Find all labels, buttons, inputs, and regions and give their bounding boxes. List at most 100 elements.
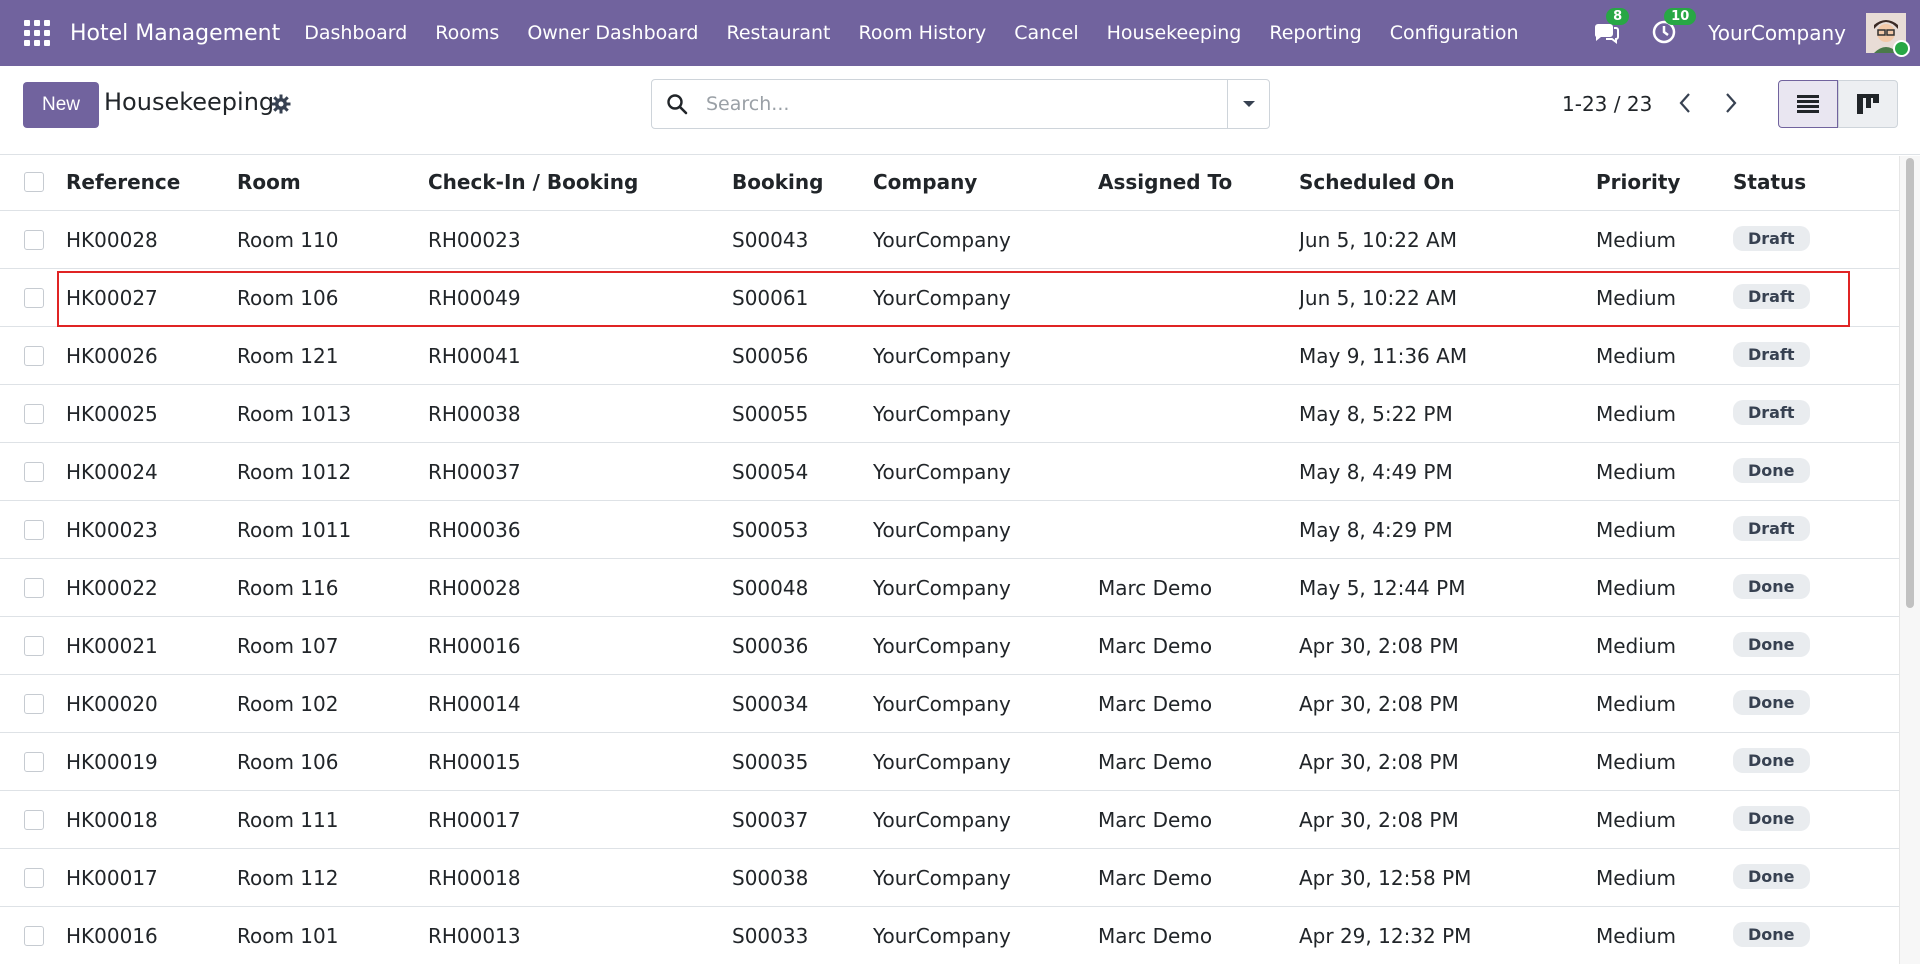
app-grid-icon[interactable]: [24, 20, 50, 46]
cell-company[interactable]: YourCompany: [873, 268, 1098, 327]
user-avatar[interactable]: [1866, 13, 1910, 57]
menu-rooms[interactable]: Rooms: [421, 22, 513, 44]
cell-priority[interactable]: Medium: [1596, 210, 1733, 269]
row-checkbox[interactable]: [24, 577, 44, 598]
table-row[interactable]: HK00016 Room 101 RH00013 S00033 YourCompany M…: [0, 906, 1900, 964]
cell-scheduled-on[interactable]: Apr 30, 2:08 PM: [1299, 732, 1596, 791]
menu-restaurant[interactable]: Restaurant: [712, 22, 844, 44]
row-checkbox[interactable]: [24, 751, 44, 772]
cell-check-in-booking[interactable]: RH00038: [428, 384, 732, 443]
cell-scheduled-on[interactable]: May 8, 4:49 PM: [1299, 442, 1596, 501]
cell-booking[interactable]: S00043: [732, 210, 873, 269]
cell-status[interactable]: Draft: [1733, 210, 1900, 269]
cell-check-in-booking[interactable]: RH00018: [428, 848, 732, 907]
cell-priority[interactable]: Medium: [1596, 790, 1733, 849]
activities-button[interactable]: 10: [1650, 8, 1697, 48]
header-reference[interactable]: Reference: [66, 154, 237, 211]
cell-status[interactable]: Done: [1733, 558, 1900, 617]
company-switcher[interactable]: YourCompany: [1708, 21, 1846, 45]
cell-room[interactable]: Room 116: [237, 558, 428, 617]
cell-check-in-booking[interactable]: RH00028: [428, 558, 732, 617]
row-checkbox[interactable]: [24, 693, 44, 714]
cell-room[interactable]: Room 101: [237, 906, 428, 964]
cell-assigned-to[interactable]: Marc Demo: [1098, 674, 1299, 733]
cell-status[interactable]: Done: [1733, 674, 1900, 733]
cell-reference[interactable]: HK00023: [66, 500, 237, 559]
cell-booking[interactable]: S00053: [732, 500, 873, 559]
select-all-checkbox[interactable]: [24, 172, 44, 192]
table-row[interactable]: HK00026 Room 121 RH00041 S00056 YourCompany M…: [0, 326, 1900, 385]
cell-reference[interactable]: HK00021: [66, 616, 237, 675]
cell-room[interactable]: Room 110: [237, 210, 428, 269]
cell-company[interactable]: YourCompany: [873, 848, 1098, 907]
cell-check-in-booking[interactable]: RH00036: [428, 500, 732, 559]
cell-check-in-booking[interactable]: RH00015: [428, 732, 732, 791]
cell-reference[interactable]: HK00016: [66, 906, 237, 964]
header-status[interactable]: Status: [1733, 154, 1900, 211]
cell-scheduled-on[interactable]: May 8, 5:22 PM: [1299, 384, 1596, 443]
row-checkbox[interactable]: [24, 229, 44, 250]
cell-check-in-booking[interactable]: RH00037: [428, 442, 732, 501]
cell-priority[interactable]: Medium: [1596, 616, 1733, 675]
cell-status[interactable]: Done: [1733, 732, 1900, 791]
cell-room[interactable]: Room 1012: [237, 442, 428, 501]
cell-room[interactable]: Room 1013: [237, 384, 428, 443]
cell-priority[interactable]: Medium: [1596, 906, 1733, 964]
row-checkbox[interactable]: [24, 809, 44, 830]
cell-booking[interactable]: S00061: [732, 268, 873, 327]
messages-button[interactable]: 8: [1592, 8, 1630, 48]
cell-scheduled-on[interactable]: Apr 30, 2:08 PM: [1299, 616, 1596, 675]
cell-room[interactable]: Room 1011: [237, 500, 428, 559]
row-checkbox[interactable]: [24, 519, 44, 540]
cell-room[interactable]: Room 121: [237, 326, 428, 385]
cell-booking[interactable]: S00037: [732, 790, 873, 849]
cell-priority[interactable]: Medium: [1596, 848, 1733, 907]
cell-status[interactable]: Done: [1733, 442, 1900, 501]
header-priority[interactable]: Priority: [1596, 154, 1733, 211]
cell-status[interactable]: Draft: [1733, 384, 1900, 443]
cell-reference[interactable]: HK00025: [66, 384, 237, 443]
cell-scheduled-on[interactable]: Jun 5, 10:22 AM: [1299, 268, 1596, 327]
cell-booking[interactable]: S00038: [732, 848, 873, 907]
cell-company[interactable]: YourCompany: [873, 674, 1098, 733]
cell-priority[interactable]: Medium: [1596, 732, 1733, 791]
table-row[interactable]: HK00019 Room 106 RH00015 S00035 YourCompany M…: [0, 732, 1900, 791]
cell-company[interactable]: YourCompany: [873, 326, 1098, 385]
scrollbar-thumb[interactable]: [1906, 158, 1914, 608]
menu-owner-dashboard[interactable]: Owner Dashboard: [513, 22, 712, 44]
cell-status[interactable]: Draft: [1733, 268, 1900, 327]
menu-configuration[interactable]: Configuration: [1376, 22, 1533, 44]
header-room[interactable]: Room: [237, 154, 428, 211]
table-row[interactable]: HK00028 Room 110 RH00023 S00043 YourCompany J…: [0, 210, 1900, 269]
menu-reporting[interactable]: Reporting: [1255, 22, 1375, 44]
table-row[interactable]: HK00025 Room 1013 RH00038 S00055 YourCompany…: [0, 384, 1900, 443]
header-company[interactable]: Company: [873, 154, 1098, 211]
table-row[interactable]: HK00024 Room 1012 RH00037 S00054 YourCompany…: [0, 442, 1900, 501]
cell-status[interactable]: Done: [1733, 906, 1900, 964]
cell-scheduled-on[interactable]: May 8, 4:29 PM: [1299, 500, 1596, 559]
cell-status[interactable]: Done: [1733, 848, 1900, 907]
pager-value[interactable]: 1-23 / 23: [1562, 92, 1652, 116]
cell-room[interactable]: Room 112: [237, 848, 428, 907]
pager-next-button[interactable]: [1716, 88, 1746, 118]
cell-assigned-to[interactable]: [1098, 268, 1299, 327]
cell-priority[interactable]: Medium: [1596, 558, 1733, 617]
cell-assigned-to[interactable]: [1098, 500, 1299, 559]
cell-check-in-booking[interactable]: RH00023: [428, 210, 732, 269]
cell-room[interactable]: Room 106: [237, 732, 428, 791]
menu-cancel[interactable]: Cancel: [1000, 22, 1092, 44]
cell-room[interactable]: Room 102: [237, 674, 428, 733]
pager-previous-button[interactable]: [1670, 88, 1700, 118]
cell-booking[interactable]: S00035: [732, 732, 873, 791]
cell-assigned-to[interactable]: Marc Demo: [1098, 906, 1299, 964]
cell-check-in-booking[interactable]: RH00014: [428, 674, 732, 733]
table-row[interactable]: HK00018 Room 111 RH00017 S00037 YourCompany M…: [0, 790, 1900, 849]
cell-scheduled-on[interactable]: Apr 30, 2:08 PM: [1299, 674, 1596, 733]
table-row[interactable]: HK00017 Room 112 RH00018 S00038 YourCompany M…: [0, 848, 1900, 907]
search-input[interactable]: [704, 88, 1208, 120]
cell-assigned-to[interactable]: Marc Demo: [1098, 790, 1299, 849]
cell-assigned-to[interactable]: [1098, 326, 1299, 385]
cell-status[interactable]: Draft: [1733, 326, 1900, 385]
cell-assigned-to[interactable]: [1098, 442, 1299, 501]
search-options-toggle[interactable]: [1227, 80, 1270, 128]
